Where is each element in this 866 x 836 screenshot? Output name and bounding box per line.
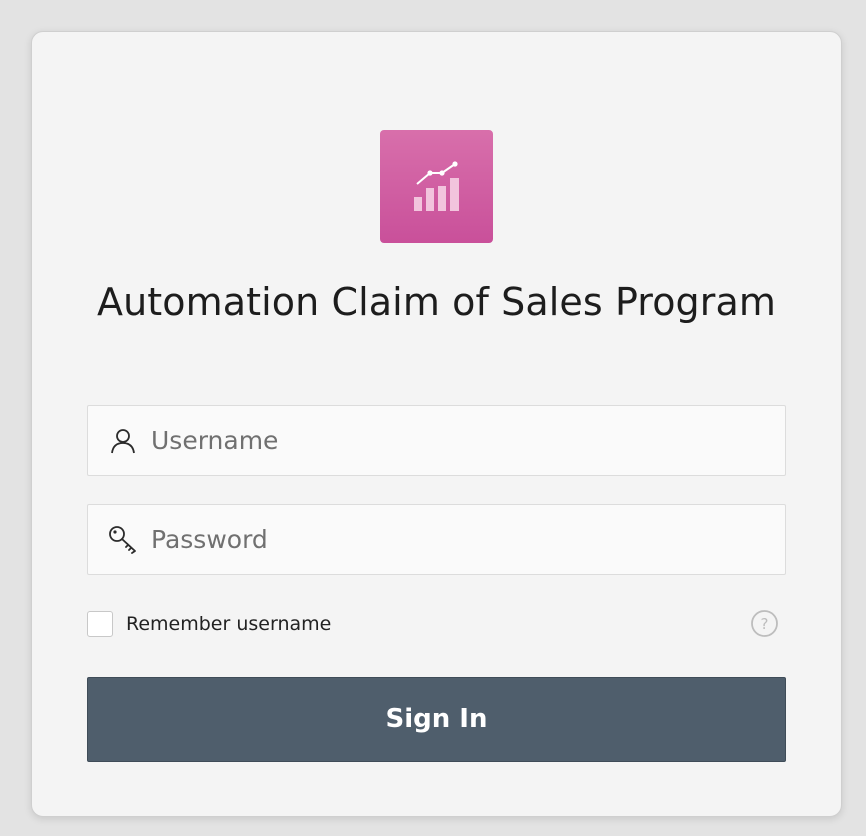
page-title: Automation Claim of Sales Program <box>97 280 776 324</box>
svg-text:?: ? <box>761 615 769 633</box>
help-circle-icon[interactable]: ? <box>750 609 779 638</box>
username-input[interactable] <box>151 406 771 475</box>
login-card: Automation Claim of Sales Program Rememb… <box>31 31 842 817</box>
chart-trend-icon <box>414 161 459 211</box>
password-field[interactable] <box>87 504 786 575</box>
app-logo <box>380 130 493 243</box>
password-input[interactable] <box>151 505 771 574</box>
key-icon <box>109 526 136 554</box>
sign-in-button[interactable]: Sign In <box>87 677 786 762</box>
user-icon <box>111 429 135 454</box>
remember-label[interactable]: Remember username <box>126 613 331 635</box>
username-field[interactable] <box>87 405 786 476</box>
remember-checkbox[interactable] <box>87 611 113 637</box>
